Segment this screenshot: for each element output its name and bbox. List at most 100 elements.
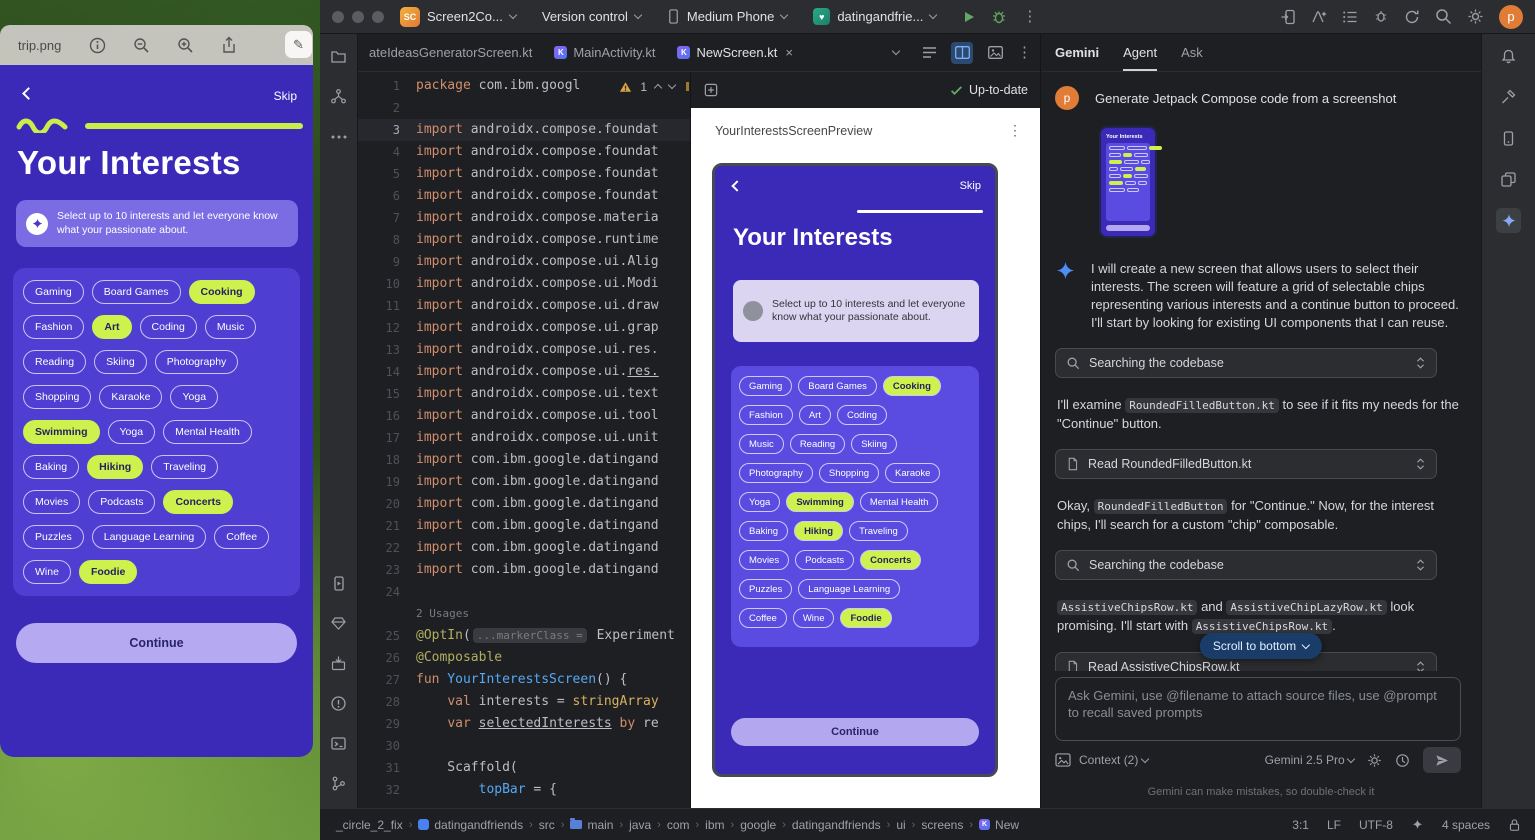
layers-icon[interactable] xyxy=(1496,167,1521,192)
code-line-22[interactable]: 22import com.ibm.google.datingand xyxy=(358,537,690,559)
code-line-26[interactable]: 26@Composable xyxy=(358,647,690,669)
line-number[interactable]: 19 xyxy=(358,471,416,493)
run-button[interactable] xyxy=(962,10,976,24)
running-devices-icon[interactable] xyxy=(326,571,351,596)
gemini-status-icon[interactable] xyxy=(1411,818,1424,831)
code-line-19[interactable]: 19import com.ibm.google.datingand xyxy=(358,471,690,493)
device-manager-icon[interactable] xyxy=(1496,126,1521,151)
line-number[interactable]: 9 xyxy=(358,251,416,273)
line-number[interactable]: 28 xyxy=(358,691,416,713)
breadcrumb-java[interactable]: java xyxy=(627,818,653,832)
build-icon[interactable] xyxy=(326,651,351,676)
editor-tab-ateideasgeneratorscreen-kt[interactable]: ateIdeasGeneratorScreen.kt xyxy=(358,34,543,71)
code-line-9[interactable]: 9import androidx.compose.ui.Alig xyxy=(358,251,690,273)
editor-tab-mainactivity-kt[interactable]: KMainActivity.kt xyxy=(543,34,666,71)
more-actions-icon[interactable]: ⋮ xyxy=(1022,9,1037,24)
line-number[interactable]: 10 xyxy=(358,273,416,295)
line-number[interactable]: 6 xyxy=(358,185,416,207)
device-selector[interactable]: Medium Phone xyxy=(667,9,787,24)
breadcrumb-new[interactable]: KNew xyxy=(977,818,1021,832)
caret-position[interactable]: 3:1 xyxy=(1292,818,1309,832)
history-icon[interactable] xyxy=(1395,753,1410,768)
ai-actions-icon[interactable] xyxy=(1311,9,1327,25)
next-problem-icon[interactable] xyxy=(668,81,676,89)
markup-edit-button[interactable]: ✎ xyxy=(285,31,312,58)
line-number[interactable] xyxy=(358,603,416,625)
line-number[interactable]: 14 xyxy=(358,361,416,383)
code-line-31[interactable]: 31 Scaffold( xyxy=(358,757,690,779)
attached-screenshot-thumbnail[interactable]: Your Interests xyxy=(1099,126,1157,238)
breadcrumb-src[interactable]: src xyxy=(537,818,557,832)
info-icon[interactable] xyxy=(89,37,106,54)
debug-button[interactable] xyxy=(991,9,1007,25)
run-configuration-selector[interactable]: ♥ datingandfrie... xyxy=(813,8,936,25)
tab-ask[interactable]: Ask xyxy=(1181,34,1203,71)
editor-tab-newscreen-kt[interactable]: KNewScreen.kt× xyxy=(666,34,804,71)
expand-collapse-icon[interactable] xyxy=(1415,457,1426,471)
version-control-selector[interactable]: Version control xyxy=(542,9,641,24)
code-line-2[interactable]: 2 xyxy=(358,97,690,119)
build-refresh-icon[interactable] xyxy=(703,82,719,98)
scroll-to-bottom-button[interactable]: Scroll to bottom xyxy=(1200,633,1322,659)
gemini-icon[interactable] xyxy=(1496,208,1521,233)
project-folder-icon[interactable] xyxy=(326,44,351,69)
line-number[interactable]: 27 xyxy=(358,669,416,691)
breadcrumb-screens[interactable]: screens xyxy=(919,818,965,832)
usages-hint[interactable]: 2 Usages xyxy=(416,607,469,620)
line-number[interactable]: 21 xyxy=(358,515,416,537)
code-line-7[interactable]: 7import androidx.compose.materia xyxy=(358,207,690,229)
code-view-icon[interactable] xyxy=(918,42,940,64)
send-button[interactable] xyxy=(1423,747,1461,773)
line-number[interactable]: 16 xyxy=(358,405,416,427)
expand-collapse-icon[interactable] xyxy=(1415,356,1426,370)
model-selector[interactable]: Gemini 2.5 Pro xyxy=(1265,753,1354,767)
breadcrumb-datingandfriends[interactable]: datingandfriends xyxy=(416,818,525,832)
device-mirroring-icon[interactable] xyxy=(1280,9,1296,25)
gemini-settings-icon[interactable] xyxy=(1367,753,1382,768)
code-line-usages[interactable]: 2 Usages xyxy=(358,603,690,625)
line-number[interactable]: 5 xyxy=(358,163,416,185)
line-number[interactable]: 4 xyxy=(358,141,416,163)
previous-problem-icon[interactable] xyxy=(654,84,662,92)
line-number[interactable]: 3 xyxy=(358,119,416,141)
design-view-icon[interactable] xyxy=(984,42,1006,64)
preview-options-icon[interactable]: ⋮ xyxy=(1008,122,1022,139)
line-number[interactable]: 29 xyxy=(358,713,416,735)
line-number[interactable]: 1 xyxy=(358,75,416,97)
tool-call-search-codebase[interactable]: Searching the codebase xyxy=(1055,348,1437,378)
code-line-17[interactable]: 17import androidx.compose.ui.unit xyxy=(358,427,690,449)
tool-call-read-file[interactable]: Read RoundedFilledButton.kt xyxy=(1055,449,1437,479)
breadcrumb-_circle_2_fix[interactable]: _circle_2_fix xyxy=(334,818,405,832)
code-line-21[interactable]: 21import com.ibm.google.datingand xyxy=(358,515,690,537)
more-tools-icon[interactable] xyxy=(326,124,351,149)
git-branch-icon[interactable] xyxy=(326,771,351,796)
tab-agent[interactable]: Agent xyxy=(1123,34,1157,71)
problems-icon[interactable] xyxy=(326,691,351,716)
zoom-out-icon[interactable] xyxy=(133,37,150,54)
editor-options-icon[interactable]: ⋮ xyxy=(1017,45,1032,60)
search-icon[interactable] xyxy=(1435,8,1452,25)
code-line-6[interactable]: 6import androidx.compose.foundat xyxy=(358,185,690,207)
code-line-29[interactable]: 29 var selectedInterests by re xyxy=(358,713,690,735)
terminal-icon[interactable] xyxy=(326,731,351,756)
line-number[interactable]: 17 xyxy=(358,427,416,449)
code-line-11[interactable]: 11import androidx.compose.ui.draw xyxy=(358,295,690,317)
minimize-window-button[interactable] xyxy=(352,11,364,23)
line-number[interactable]: 32 xyxy=(358,779,416,801)
profile-avatar[interactable]: p xyxy=(1499,5,1523,29)
line-number[interactable]: 31 xyxy=(358,757,416,779)
app-insights-icon[interactable] xyxy=(326,611,351,636)
zoom-window-button[interactable] xyxy=(372,11,384,23)
attach-image-icon[interactable] xyxy=(1055,753,1071,767)
line-number[interactable]: 30 xyxy=(358,735,416,757)
code-line-14[interactable]: 14import androidx.compose.ui.res. xyxy=(358,361,690,383)
code-line-12[interactable]: 12import androidx.compose.ui.grap xyxy=(358,317,690,339)
expand-collapse-icon[interactable] xyxy=(1415,558,1426,572)
breadcrumb-google[interactable]: google xyxy=(738,818,778,832)
code-line-32[interactable]: 32 topBar = { xyxy=(358,779,690,801)
code-line-30[interactable]: 30 xyxy=(358,735,690,757)
code-line-27[interactable]: 27fun YourInterestsScreen() { xyxy=(358,669,690,691)
code-line-28[interactable]: 28 val interests = stringArray xyxy=(358,691,690,713)
code-line-15[interactable]: 15import androidx.compose.ui.text xyxy=(358,383,690,405)
file-encoding[interactable]: UTF-8 xyxy=(1359,818,1393,832)
